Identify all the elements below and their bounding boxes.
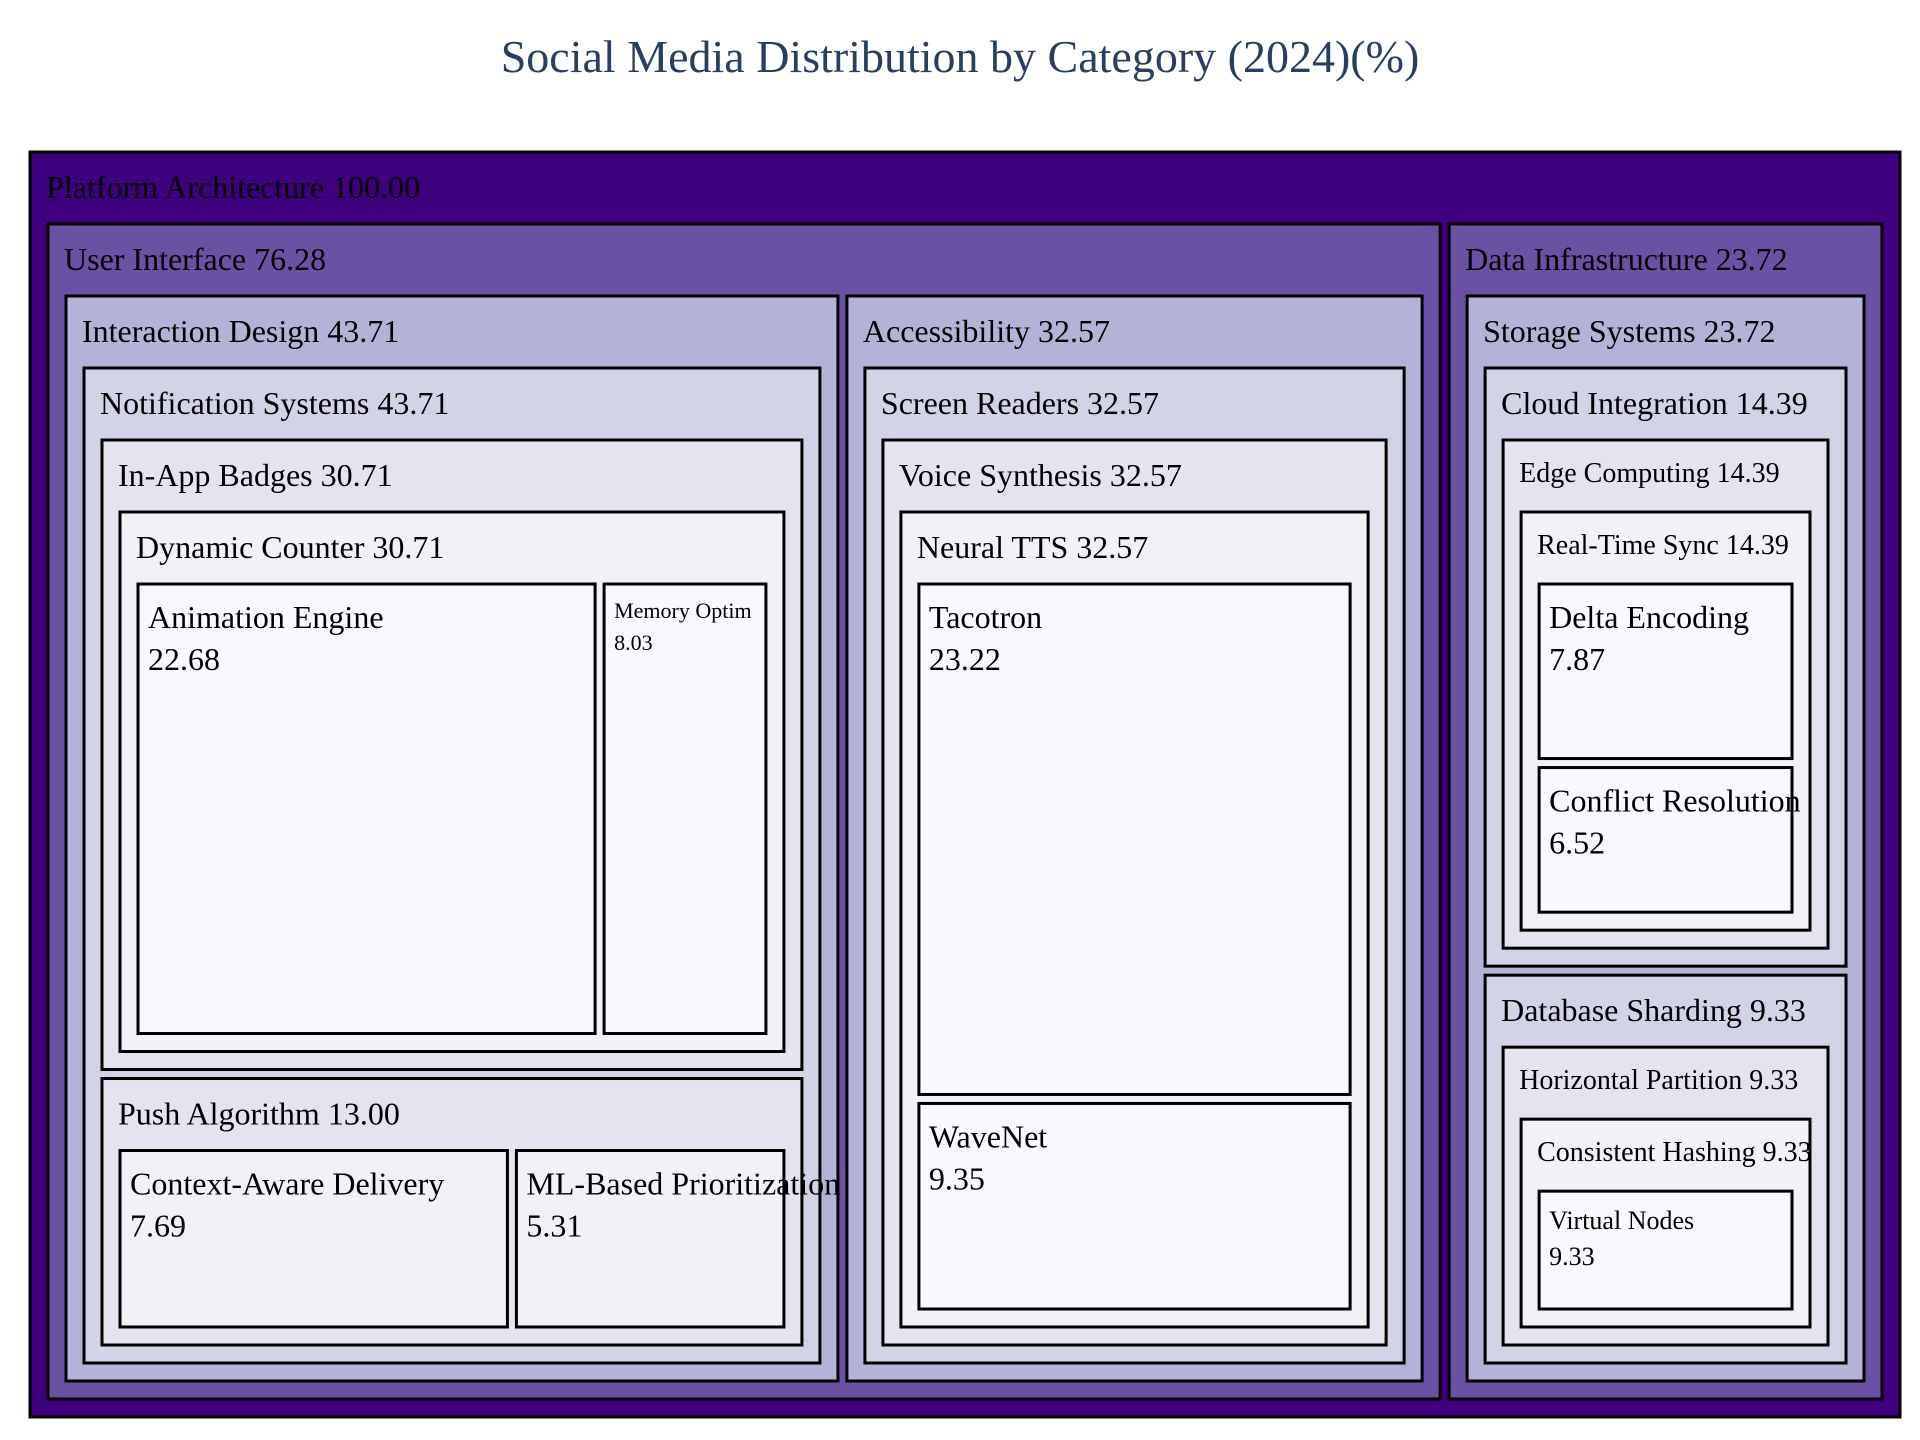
treemap-label-cloud-integration: Cloud Integration 14.39: [1501, 385, 1808, 421]
treemap-leaf-value: 9.35: [929, 1160, 985, 1196]
treemap-leaf-value: 8.03: [614, 630, 653, 655]
treemap-label-in-app-badges: In-App Badges 30.71: [118, 457, 393, 493]
treemap-label-user-interface: User Interface 76.28: [64, 241, 326, 277]
treemap-label-accessibility: Accessibility 32.57: [863, 313, 1110, 349]
treemap-leaf-value: 7.69: [130, 1208, 186, 1244]
treemap-leaf-name: Animation Engine: [148, 599, 384, 635]
treemap-label-real-time-sync: Real-Time Sync 14.39: [1537, 530, 1789, 561]
treemap-label-notification-systems: Notification Systems 43.71: [100, 385, 449, 421]
treemap-node-wavenet[interactable]: WaveNet 9.35: [917, 1101, 1352, 1311]
treemap-label-dynamic-counter: Dynamic Counter 30.71: [136, 529, 444, 565]
treemap-leaf-name: WaveNet: [929, 1118, 1047, 1154]
treemap-label-data-infrastructure: Data Infrastructure 23.72: [1465, 241, 1788, 277]
treemap-leaf-name: Memory Optim: [614, 598, 752, 623]
treemap-leaf-value: 7.87: [1549, 641, 1605, 677]
treemap-node-conflict-resolution[interactable]: Conflict Resolution 6.52: [1537, 766, 1801, 914]
treemap-node-tacotron[interactable]: Tacotron 23.22: [917, 582, 1352, 1096]
treemap-label-push-algorithm: Push Algorithm 13.00: [118, 1096, 400, 1132]
treemap-leaf-name: Delta Encoding: [1549, 599, 1749, 635]
treemap-label-neural-tts: Neural TTS 32.57: [917, 529, 1148, 565]
treemap-label-screen-readers: Screen Readers 32.57: [881, 385, 1159, 421]
treemap-label-platform-architecture: Platform Architecture 100.00: [46, 169, 420, 205]
treemap-leaf-value: 23.22: [929, 641, 1001, 677]
treemap-node-delta-encoding[interactable]: Delta Encoding 7.87: [1537, 582, 1794, 761]
treemap-node-memory-optim[interactable]: Memory Optim 8.03: [602, 582, 768, 1036]
treemap-leaf-value: 9.33: [1549, 1242, 1595, 1271]
treemap-leaf-name: Conflict Resolution: [1549, 783, 1801, 819]
treemap-leaf-value: 6.52: [1549, 825, 1605, 861]
treemap-label-edge-computing: Edge Computing 14.39: [1519, 458, 1780, 489]
treemap-label-interaction-design: Interaction Design 43.71: [82, 313, 399, 349]
treemap-leaf-name: Virtual Nodes: [1549, 1206, 1694, 1235]
treemap-label-database-sharding: Database Sharding 9.33: [1501, 992, 1806, 1028]
treemap-label-consistent-hashing: Consistent Hashing 9.33: [1537, 1137, 1812, 1168]
treemap-leaf-name: ML-Based Prioritization: [526, 1166, 840, 1202]
treemap-leaf-value: 5.31: [526, 1208, 582, 1244]
treemap-chart: Platform Architecture 100.00 User Interfa…: [28, 150, 1902, 1419]
treemap-leaf-value: 22.68: [148, 641, 220, 677]
treemap-label-storage-systems: Storage Systems 23.72: [1483, 313, 1775, 349]
treemap-leaf-name: Context-Aware Delivery: [130, 1166, 444, 1202]
treemap-leaf-name: Tacotron: [929, 599, 1042, 635]
treemap-label-horizontal-partition: Horizontal Partition 9.33: [1519, 1065, 1798, 1096]
treemap-node-animation-engine[interactable]: Animation Engine 22.68: [136, 582, 597, 1036]
treemap-node-context-aware-delivery[interactable]: Context-Aware Delivery 7.69: [118, 1149, 509, 1329]
treemap-label-voice-synthesis: Voice Synthesis 32.57: [899, 457, 1182, 493]
treemap-node-virtual-nodes[interactable]: Virtual Nodes 9.33: [1537, 1189, 1794, 1311]
